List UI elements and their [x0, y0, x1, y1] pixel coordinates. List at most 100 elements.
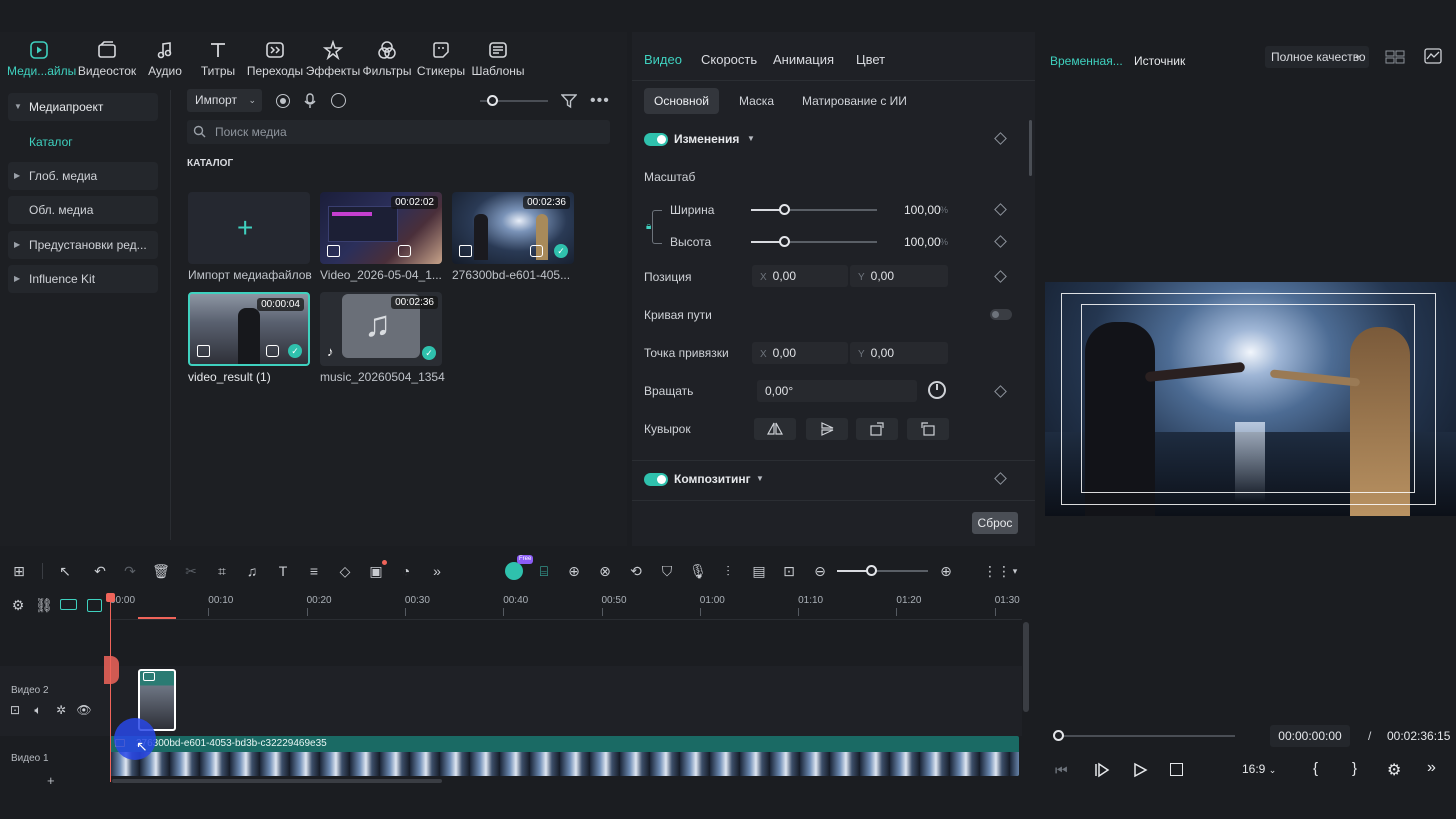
- step-back-icon[interactable]: [1094, 762, 1110, 778]
- tab-speed[interactable]: Скорость: [701, 52, 757, 67]
- zoom-in-icon[interactable]: ⊕: [937, 562, 955, 580]
- zoom-out-icon[interactable]: ⊖: [811, 562, 829, 580]
- height-slider-knob[interactable]: [779, 236, 790, 247]
- mask-shape-icon[interactable]: ◇: [336, 562, 354, 580]
- tool-stock[interactable]: Видеосток: [75, 38, 139, 82]
- fit-timeline-icon[interactable]: ⊡: [780, 562, 798, 580]
- preview-tab-source[interactable]: Источник: [1134, 54, 1185, 68]
- voiceover-mic-icon[interactable]: 🎙︎: [689, 562, 707, 580]
- ai-media-icon[interactable]: [331, 93, 346, 108]
- width-value[interactable]: 100,00: [904, 203, 941, 217]
- playhead-line[interactable]: [110, 596, 111, 782]
- track-manager-icon[interactable]: [87, 599, 102, 612]
- mark-in-icon[interactable]: {: [1313, 760, 1318, 777]
- audio-edit-icon[interactable]: ♫: [243, 562, 261, 580]
- add-timeline-icon[interactable]: +: [47, 773, 55, 788]
- unlink-icon[interactable]: ⛓︎: [35, 596, 53, 614]
- position-x-field[interactable]: X 0,00: [752, 265, 848, 287]
- lock-icon[interactable]: 🔒︎: [646, 221, 651, 232]
- redo-icon[interactable]: ↷: [121, 562, 139, 580]
- reset-button[interactable]: Сброс: [972, 512, 1018, 534]
- subtab-mask[interactable]: Маска: [739, 94, 774, 108]
- import-dropdown[interactable]: Импорт ⌄: [187, 89, 262, 112]
- rotate-field[interactable]: 0,00°: [757, 380, 917, 402]
- undo-icon[interactable]: ↶: [91, 562, 109, 580]
- anchor-x-field[interactable]: X 0,00: [752, 342, 848, 364]
- position-y-field[interactable]: Y 0,00: [850, 265, 948, 287]
- import-media-tile[interactable]: +: [188, 192, 310, 264]
- path-curve-toggle[interactable]: [990, 309, 1012, 320]
- more-options-icon[interactable]: •••: [590, 92, 610, 110]
- more-chevron-icon[interactable]: »: [1427, 759, 1436, 777]
- rotate-ccw-button[interactable]: [907, 418, 949, 440]
- properties-scrollbar[interactable]: [1029, 120, 1032, 176]
- auto-sync-icon[interactable]: ⟲: [627, 562, 645, 580]
- aspect-ratio-dropdown[interactable]: 16:9 ⌄: [1242, 762, 1276, 776]
- lock-track-icon[interactable]: ⊡: [6, 701, 24, 719]
- prev-frame-icon[interactable]: ⏮︎: [1055, 762, 1068, 779]
- current-time[interactable]: 00:00:00:00: [1270, 725, 1350, 747]
- sidebar-item-global-media[interactable]: ▶ Глоб. медиа: [8, 162, 158, 190]
- adjust-icon[interactable]: ≡: [305, 562, 323, 580]
- preview-progress-track[interactable]: [1058, 735, 1235, 737]
- tool-titles[interactable]: Титры: [186, 38, 250, 82]
- text-tool-icon[interactable]: T: [274, 562, 292, 580]
- preview-canvas[interactable]: [1045, 282, 1456, 516]
- ripple-icon[interactable]: ⊕: [565, 562, 583, 580]
- zoom-slider-knob[interactable]: [866, 565, 877, 576]
- add-track-icon[interactable]: [60, 599, 77, 610]
- ai-copilot-icon[interactable]: [505, 562, 523, 580]
- track-layout-icon[interactable]: ⋮⋮: [983, 562, 1011, 580]
- sidebar-item-project[interactable]: ▼ Медиапроект: [8, 93, 158, 121]
- delete-icon[interactable]: 🗑︎: [152, 562, 170, 580]
- eye-icon[interactable]: 👁︎: [75, 701, 93, 719]
- rotate-dial-icon[interactable]: [928, 381, 946, 399]
- filter-icon[interactable]: [561, 93, 577, 109]
- more-tools-icon[interactable]: »: [428, 562, 446, 580]
- layout-grid-icon[interactable]: ⊞: [10, 562, 28, 580]
- select-tool-icon[interactable]: ↖: [56, 562, 74, 580]
- tab-animation[interactable]: Анимация: [773, 52, 834, 67]
- shield-icon[interactable]: ⛉: [658, 562, 676, 580]
- changes-toggle[interactable]: [644, 133, 668, 146]
- tool-stickers[interactable]: Стикеры: [409, 38, 473, 82]
- preview-tab-timeline[interactable]: Временная...: [1050, 54, 1123, 68]
- media-item-276300bd[interactable]: 00:02:36 ✓: [452, 192, 574, 264]
- speed-icon[interactable]: ◔: [397, 562, 415, 580]
- crop-icon[interactable]: ⌗: [213, 562, 231, 580]
- link-icon[interactable]: ⊗: [596, 562, 614, 580]
- record-screen-icon[interactable]: [276, 94, 290, 108]
- sidebar-item-catalog[interactable]: Каталог: [8, 128, 158, 156]
- cut-icon[interactable]: ✂︎: [182, 562, 200, 580]
- collapse-arrow-icon[interactable]: ▼: [756, 474, 764, 483]
- search-input[interactable]: Поиск медиа: [187, 120, 610, 144]
- volume-icon[interactable]: 🔈︎: [29, 701, 47, 719]
- collapse-arrow-icon[interactable]: ▼: [747, 134, 755, 143]
- stop-icon[interactable]: [1170, 763, 1183, 776]
- tab-color[interactable]: Цвет: [856, 52, 885, 67]
- subtab-basic[interactable]: Основной: [644, 88, 719, 114]
- media-item-video-2026[interactable]: 00:02:02: [320, 192, 442, 264]
- settings-gear-icon[interactable]: ⚙︎: [1387, 760, 1401, 780]
- preview-progress-knob[interactable]: [1053, 730, 1064, 741]
- flip-vertical-button[interactable]: [806, 418, 848, 440]
- clip-main-video[interactable]: 276300bd-e601-4053-bd3b-c32229469e35: [110, 736, 1019, 776]
- snap-icon[interactable]: ⌸: [535, 562, 553, 580]
- width-slider-knob[interactable]: [779, 204, 790, 215]
- play-icon[interactable]: [1132, 762, 1148, 778]
- tool-media[interactable]: Меди...айлы: [7, 38, 76, 82]
- playhead-handle[interactable]: [104, 656, 119, 684]
- mixer-icon[interactable]: ⫶: [719, 562, 737, 580]
- subtab-ai-matting[interactable]: Матирование с ИИ: [802, 94, 907, 108]
- scopes-icon[interactable]: [1424, 48, 1442, 64]
- thumbnail-size-knob[interactable]: [487, 95, 498, 106]
- media-item-video-result[interactable]: 00:00:04 ✓: [188, 292, 310, 366]
- mark-out-icon[interactable]: }: [1352, 760, 1357, 777]
- timeline-vertical-scrollbar[interactable]: [1023, 622, 1029, 712]
- effects-off-icon[interactable]: ✲: [52, 701, 70, 719]
- rotate-cw-button[interactable]: [856, 418, 898, 440]
- chevron-down-icon[interactable]: ▾: [1006, 562, 1024, 580]
- media-item-music[interactable]: ♫ 00:02:36 ♪ ✓: [320, 292, 442, 366]
- scene-detect-icon[interactable]: ▤: [750, 562, 768, 580]
- height-value[interactable]: 100,00: [904, 235, 941, 249]
